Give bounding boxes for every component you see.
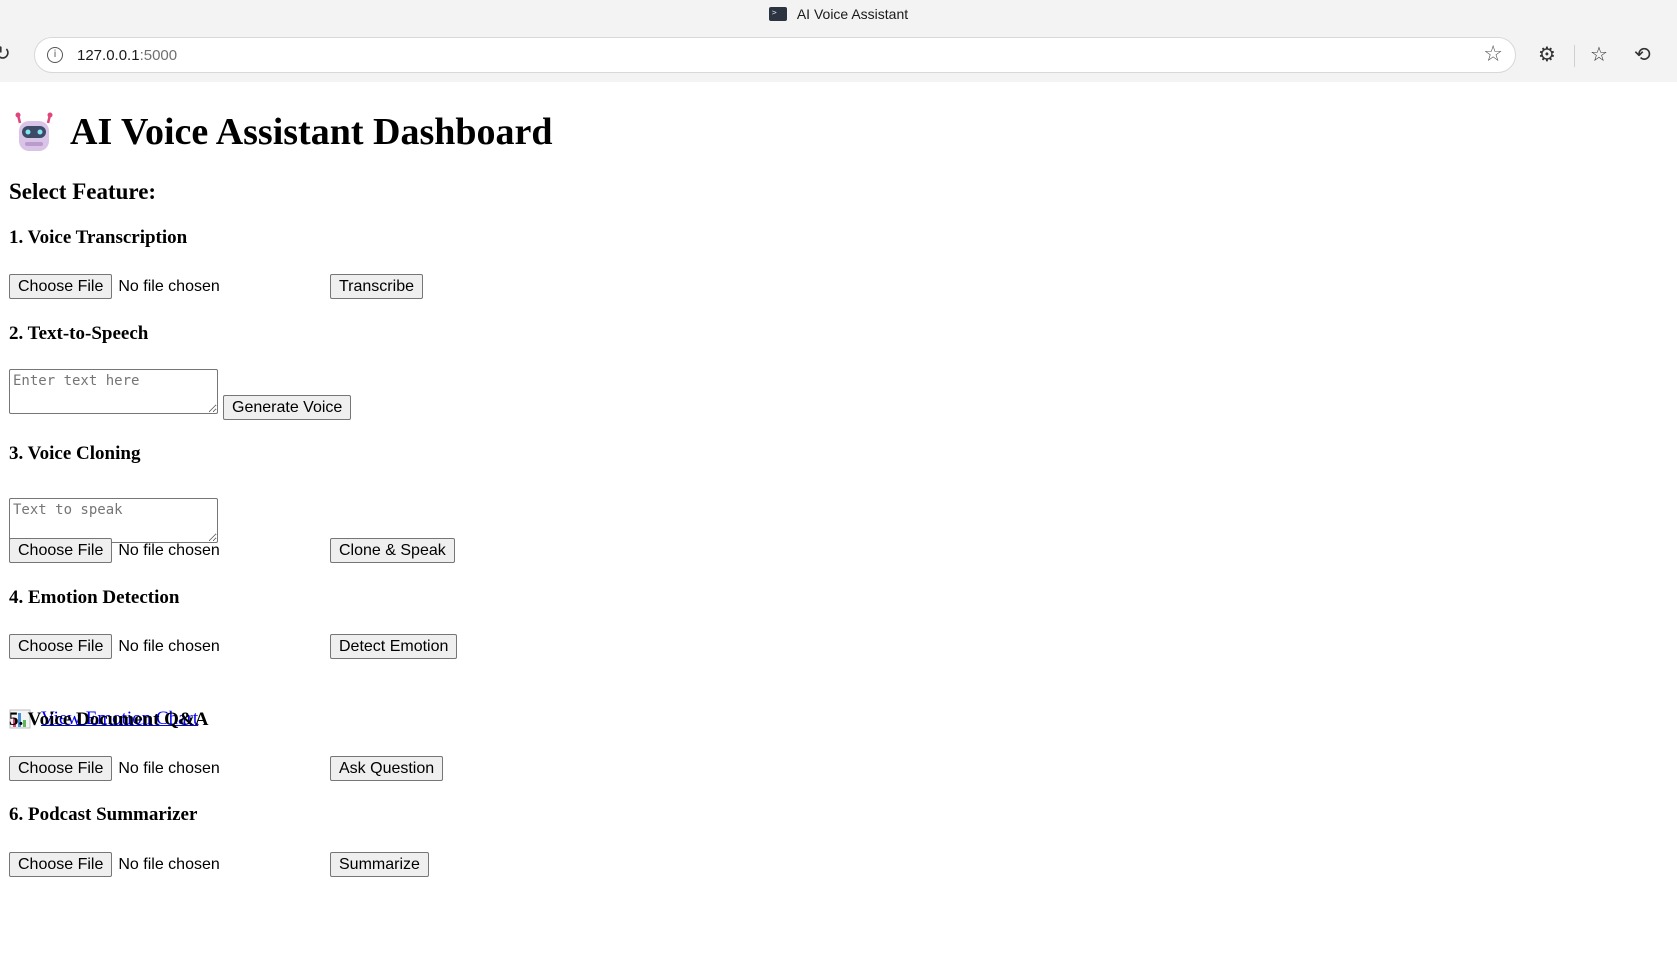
url-text[interactable]: 127.0.0.1:5000 — [77, 47, 177, 64]
address-bar[interactable]: i 127.0.0.1:5000 ☆ — [34, 37, 1516, 73]
podcast-choose-file-button[interactable]: Choose File — [9, 852, 113, 877]
bookmark-star-icon[interactable]: ☆ — [1483, 44, 1503, 66]
emotion-choose-file-button[interactable]: Choose File — [9, 634, 113, 659]
tts-heading: 2. Text-to-Speech — [9, 323, 149, 344]
cloning-text-input[interactable] — [9, 498, 218, 543]
cloning-file-status: No file chosen — [118, 541, 220, 559]
url-port: :5000 — [139, 46, 178, 64]
cloning-choose-file-button[interactable]: Choose File — [9, 538, 113, 563]
doc-qa-heading: 5. Voice Document Q&A — [9, 709, 209, 730]
tts-text-input[interactable] — [9, 369, 218, 414]
podcast-heading: 6. Podcast Summarizer — [9, 804, 198, 825]
reload-icon[interactable]: ↻ — [0, 44, 14, 64]
detect-emotion-button[interactable]: Detect Emotion — [330, 634, 458, 659]
page-title-text: AI Voice Assistant Dashboard — [70, 111, 553, 153]
url-host: 127.0.0.1 — [77, 46, 140, 64]
doc-qa-choose-file-button[interactable]: Choose File — [9, 756, 113, 781]
page-title: AI Voice Assistant Dashboard — [12, 110, 553, 154]
podcast-file-input[interactable]: Choose File No file chosen — [9, 852, 220, 877]
cloning-heading: 3. Voice Cloning — [9, 443, 141, 464]
ask-question-button[interactable]: Ask Question — [330, 756, 444, 781]
generate-voice-button[interactable]: Generate Voice — [223, 395, 352, 420]
browser-toolbar: ↻ i 127.0.0.1:5000 ☆ ⚙ ☆ ⟲ — [0, 28, 1677, 82]
window-title: AI Voice Assistant — [796, 6, 909, 22]
terminal-icon — [768, 7, 787, 21]
favorites-icon[interactable]: ☆ — [1590, 43, 1608, 65]
transcription-file-status: No file chosen — [118, 277, 220, 295]
toolbar-divider — [1574, 45, 1575, 67]
transcription-heading: 1. Voice Transcription — [9, 227, 188, 248]
emotion-heading: 4. Emotion Detection — [9, 587, 180, 608]
podcast-file-status: No file chosen — [118, 855, 220, 873]
summarize-button[interactable]: Summarize — [330, 852, 429, 877]
info-icon[interactable]: i — [47, 47, 63, 63]
transcription-file-input[interactable]: Choose File No file chosen — [9, 274, 220, 299]
robot-icon — [15, 112, 53, 151]
transcription-choose-file-button[interactable]: Choose File — [9, 274, 113, 299]
cloning-file-input[interactable]: Choose File No file chosen — [9, 538, 220, 563]
select-feature-label: Select Feature: — [9, 179, 157, 204]
emotion-file-status: No file chosen — [118, 637, 220, 655]
extensions-icon[interactable]: ⚙ — [1538, 43, 1556, 65]
doc-qa-file-input[interactable]: Choose File No file chosen — [9, 756, 220, 781]
history-icon[interactable]: ⟲ — [1634, 43, 1651, 65]
transcribe-button[interactable]: Transcribe — [330, 274, 423, 299]
clone-speak-button[interactable]: Clone & Speak — [330, 538, 455, 563]
doc-qa-file-status: No file chosen — [118, 759, 220, 777]
window-titlebar: AI Voice Assistant — [0, 0, 1677, 28]
emotion-file-input[interactable]: Choose File No file chosen — [9, 634, 220, 659]
